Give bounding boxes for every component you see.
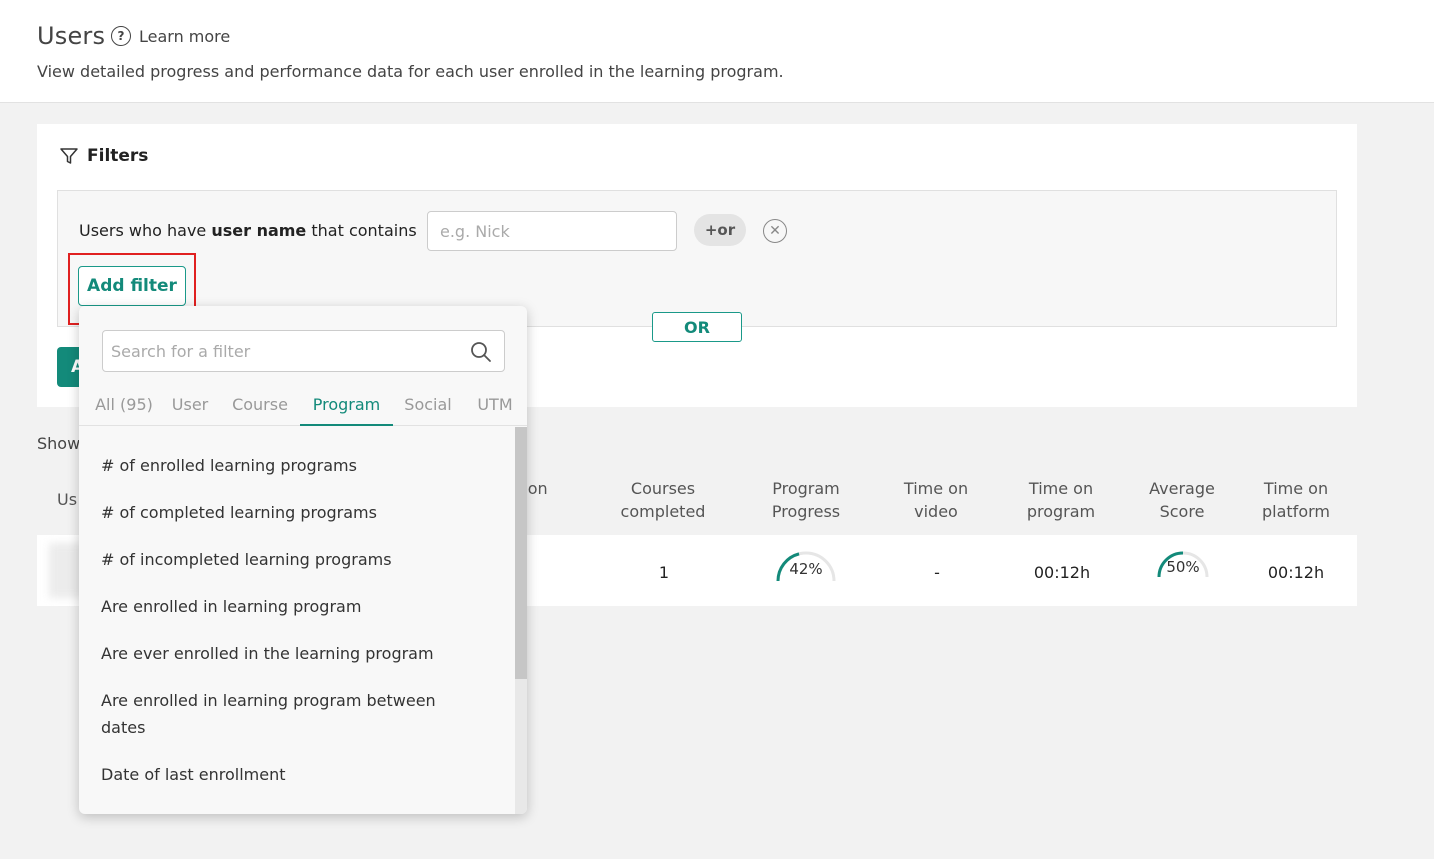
program-progress-gauge: 42%: [774, 547, 838, 583]
page-subtitle: View detailed progress and performance d…: [37, 62, 784, 81]
remove-filter-icon[interactable]: ✕: [763, 219, 787, 243]
header-program-line1: Time on: [1028, 479, 1094, 498]
rule-prefix: Users who have: [79, 221, 212, 240]
average-score-gauge: 50%: [1153, 549, 1213, 579]
page-header: Users ? Learn more View detailed progres…: [0, 0, 1434, 103]
header-average-score[interactable]: Average Score: [1132, 477, 1232, 523]
header-platform-line1: Time on: [1263, 479, 1329, 498]
header-user-line1: Us: [57, 490, 78, 509]
tab-utm[interactable]: UTM: [471, 395, 519, 426]
filter-search-input[interactable]: [102, 330, 505, 372]
learn-more-link[interactable]: ? Learn more: [111, 26, 230, 46]
list-item[interactable]: Date of last enrollment: [101, 761, 481, 788]
list-item[interactable]: # of completed learning programs: [101, 499, 481, 526]
header-platform-line2: platform: [1262, 502, 1330, 521]
dropdown-scrollbar-thumb[interactable]: [515, 427, 527, 679]
user-name-filter-input[interactable]: [427, 211, 677, 251]
header-score-line1: Average: [1149, 479, 1215, 498]
header-time-on-platform[interactable]: Time on platform: [1246, 477, 1346, 523]
cell-time-on-program: 00:12h: [1033, 563, 1091, 582]
filter-rule-text: Users who have user name that contains: [79, 221, 417, 240]
list-item[interactable]: Are ever enrolled in the learning progra…: [101, 640, 481, 667]
header-video-line1: Time on: [903, 479, 969, 498]
add-filter-dropdown: All (95) User Course Program Social UTM …: [79, 306, 527, 814]
add-filter-button[interactable]: Add filter: [78, 266, 186, 306]
search-icon[interactable]: [470, 341, 492, 367]
funnel-icon: [59, 146, 79, 166]
list-item[interactable]: # of enrolled learning programs: [101, 452, 481, 479]
header-program-progress[interactable]: Program Progress: [756, 477, 856, 523]
show-label: Show: [37, 434, 81, 453]
rule-suffix: that contains: [306, 221, 417, 240]
list-item[interactable]: Are enrolled in learning program between…: [101, 687, 446, 741]
average-score-value: 50%: [1166, 558, 1200, 576]
add-or-button[interactable]: +or: [694, 214, 746, 246]
cell-time-on-video: -: [934, 563, 940, 582]
header-video-line2: video: [914, 502, 958, 521]
filters-heading: Filters: [59, 146, 148, 166]
or-divider-button[interactable]: OR: [652, 312, 742, 342]
header-user[interactable]: Us: [57, 488, 77, 511]
filter-category-tabs: All (95) User Course Program Social UTM: [79, 390, 527, 426]
cell-time-on-platform: 00:12h: [1267, 563, 1325, 582]
help-icon: ?: [111, 26, 131, 46]
rule-field: user name: [211, 221, 307, 240]
tab-course[interactable]: Course: [227, 395, 293, 426]
tab-all[interactable]: All (95): [85, 395, 163, 426]
header-score-line2: Score: [1159, 502, 1205, 521]
cell-courses-completed: 1: [658, 563, 670, 582]
header-courses-line2: completed: [620, 502, 706, 521]
header-courses-line1: Courses: [630, 479, 696, 498]
program-progress-value: 42%: [789, 560, 823, 578]
header-progress-line1: Program: [772, 479, 840, 498]
header-time-on-program[interactable]: Time on program: [1011, 477, 1111, 523]
list-item[interactable]: Are enrolled in learning program: [101, 593, 481, 620]
filters-heading-label: Filters: [87, 146, 149, 166]
header-time-on-video[interactable]: Time on video: [886, 477, 986, 523]
header-courses-completed[interactable]: Courses completed: [613, 477, 713, 523]
page-title: Users: [37, 22, 106, 50]
learn-more-label: Learn more: [139, 26, 231, 46]
tab-social[interactable]: Social: [399, 395, 457, 426]
filter-options-list: # of enrolled learning programs # of com…: [79, 427, 515, 814]
header-program-line2: program: [1026, 502, 1096, 521]
list-item[interactable]: # of incompleted learning programs: [101, 546, 481, 573]
tab-program[interactable]: Program: [300, 395, 393, 426]
tab-user[interactable]: User: [167, 395, 213, 426]
header-progress-line2: Progress: [771, 502, 841, 521]
